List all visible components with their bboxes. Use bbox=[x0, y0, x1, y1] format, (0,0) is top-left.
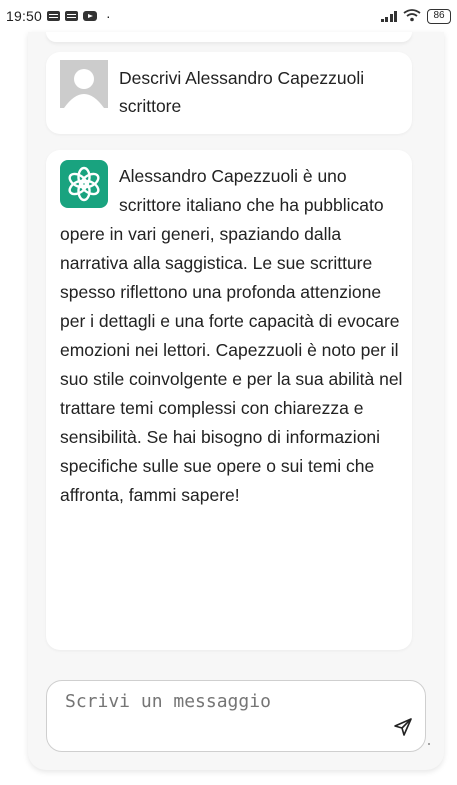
message-composer[interactable] bbox=[46, 680, 426, 752]
youtube-icon bbox=[83, 11, 98, 21]
send-button[interactable] bbox=[391, 715, 415, 739]
signal-icon bbox=[380, 10, 397, 22]
resize-dot bbox=[428, 743, 430, 745]
status-dot: · bbox=[106, 8, 111, 24]
message-icon bbox=[47, 11, 61, 21]
status-right: 86 bbox=[380, 8, 451, 25]
battery-icon: 86 bbox=[427, 8, 451, 24]
message-icon bbox=[65, 11, 79, 21]
user-message-text: Descrivi Alessandro Capezzuoli scrittore bbox=[119, 68, 365, 116]
assistant-message-text: Alessandro Capezzuoli è uno scrittore it… bbox=[60, 166, 403, 505]
status-time: 19:50 bbox=[6, 8, 43, 24]
message-input[interactable] bbox=[65, 691, 375, 712]
wifi-icon bbox=[403, 8, 421, 25]
status-left: 19:50 · bbox=[6, 8, 111, 24]
user-avatar-icon bbox=[60, 60, 108, 108]
previous-message-fragment bbox=[46, 32, 412, 42]
assistant-message: Alessandro Capezzuoli è uno scrittore it… bbox=[46, 150, 412, 650]
send-icon bbox=[394, 718, 412, 736]
user-message: Descrivi Alessandro Capezzuoli scrittore bbox=[46, 52, 412, 134]
assistant-message-body: Alessandro Capezzuoli è uno scrittore it… bbox=[60, 162, 410, 510]
status-bar: 19:50 · 86 bbox=[0, 0, 457, 32]
